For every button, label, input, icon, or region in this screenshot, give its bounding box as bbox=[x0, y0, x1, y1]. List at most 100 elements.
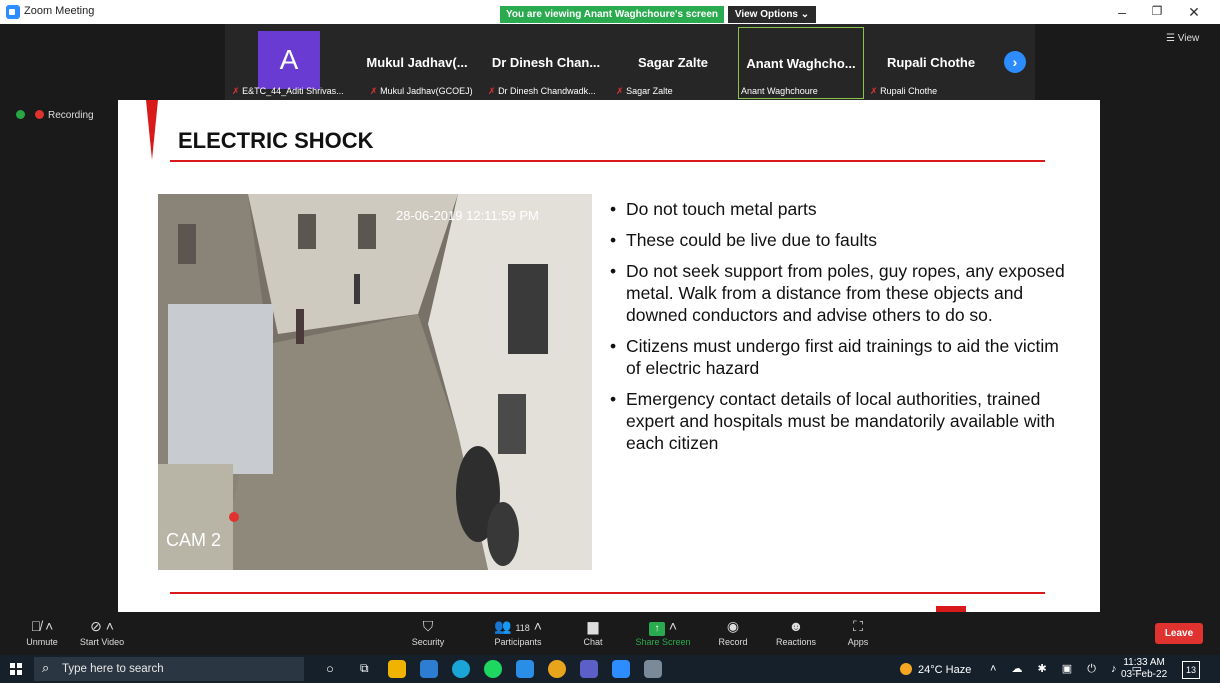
windows-start-icon[interactable] bbox=[10, 663, 22, 675]
participants-count: 118 bbox=[515, 623, 530, 633]
recording-label: Recording bbox=[48, 110, 94, 121]
participant-tile-active[interactable]: Anant Waghcho... Anant Waghchoure bbox=[738, 27, 864, 99]
meeting-toolbar: 🎙̸ ˄ Unmute ⊘ ˄ Start Video ⛉ Security 👥… bbox=[0, 614, 1220, 654]
unmute-button[interactable]: 🎙̸ ˄ Unmute bbox=[12, 614, 72, 654]
participant-caption: Sagar Zalte bbox=[626, 86, 673, 96]
share-screen-icon: ↑ bbox=[648, 622, 665, 636]
share-screen-label: Share Screen bbox=[635, 637, 691, 647]
next-page-icon[interactable]: › bbox=[1004, 51, 1026, 73]
bullet-item: Do not seek support from poles, guy rope… bbox=[608, 260, 1068, 326]
reactions-button[interactable]: ☻ Reactions bbox=[766, 614, 826, 654]
footer-logo-fragment bbox=[936, 606, 966, 612]
record-button[interactable]: ◉ Record bbox=[703, 614, 763, 654]
gallery-view-icon: ☰ bbox=[1166, 33, 1175, 44]
participants-label: Participants bbox=[494, 637, 542, 647]
muted-mic-icon: ✗ bbox=[370, 86, 378, 96]
zoom-taskbar-icon[interactable] bbox=[612, 660, 630, 678]
unmute-label: Unmute bbox=[26, 637, 58, 647]
slide-accent-triangle bbox=[146, 100, 158, 160]
cortana-icon[interactable]: ○ bbox=[326, 661, 334, 676]
notepad-icon[interactable] bbox=[644, 660, 662, 678]
participant-caption: Rupali Chothe bbox=[880, 86, 938, 96]
edge-icon[interactable] bbox=[452, 660, 470, 678]
weather-widget: 24°C Haze bbox=[900, 663, 971, 676]
participant-tile[interactable]: Rupali Chothe ✗ Rupali Chothe bbox=[868, 27, 994, 99]
shield-check-icon bbox=[16, 110, 25, 119]
cctv-timestamp: 28-06-2019 12:11:59 PM bbox=[396, 208, 539, 223]
reactions-icon: ☻ bbox=[788, 618, 804, 634]
weather-text: 24°C Haze bbox=[918, 664, 972, 676]
participant-tile[interactable]: Mukul Jadhav(... ✗ Mukul Jadhav(GCOEJ) bbox=[356, 27, 478, 99]
cctv-photo: 28-06-2019 12:11:59 PM CAM 2 bbox=[158, 194, 592, 570]
minimize-icon[interactable]: – bbox=[1112, 4, 1132, 20]
apps-label: Apps bbox=[847, 637, 869, 647]
participant-name: Sagar Zalte bbox=[637, 55, 709, 70]
participant-caption: Dr Dinesh Chandwadk... bbox=[498, 86, 596, 96]
start-video-label: Start Video bbox=[79, 637, 125, 647]
clock-date: 03-Feb-22 bbox=[1121, 669, 1168, 680]
close-icon[interactable]: ✕ bbox=[1184, 4, 1204, 21]
restore-icon[interactable]: ❐ bbox=[1147, 4, 1167, 18]
zoom-logo-icon bbox=[6, 5, 20, 19]
bullet-item: Citizens must undergo first aid training… bbox=[608, 335, 1068, 379]
participant-name: Dr Dinesh Chan... bbox=[491, 55, 601, 70]
shield-icon: ⛉ bbox=[422, 618, 434, 634]
security-button[interactable]: ⛉ Security bbox=[398, 614, 458, 654]
search-placeholder: Type here to search bbox=[62, 663, 164, 675]
muted-mic-icon: ✗ bbox=[616, 86, 624, 96]
cctv-camera-label: CAM 2 bbox=[166, 530, 222, 550]
notification-center-icon[interactable]: 13 bbox=[1182, 661, 1200, 679]
leave-button[interactable]: Leave bbox=[1155, 623, 1203, 644]
spotify-icon[interactable] bbox=[484, 660, 502, 678]
chrome-icon[interactable] bbox=[548, 660, 566, 678]
apps-button[interactable]: ⛶ Apps bbox=[828, 614, 888, 654]
muted-mic-icon: 🎙̸ ˄ bbox=[30, 618, 54, 634]
vscode-icon[interactable] bbox=[516, 660, 534, 678]
participant-tile[interactable]: Dr Dinesh Chan... ✗ Dr Dinesh Chandwadk.… bbox=[484, 27, 608, 99]
participants-button[interactable]: 👥 118 ˄ Participants bbox=[478, 614, 558, 654]
weather-sun-icon bbox=[900, 663, 912, 675]
cctv-scene bbox=[158, 194, 592, 570]
security-label: Security bbox=[411, 637, 445, 647]
record-label: Record bbox=[718, 637, 748, 647]
record-icon: ◉ bbox=[726, 618, 740, 634]
chevron-up-icon: ˄ bbox=[533, 618, 542, 634]
taskbar-clock[interactable]: 11:33 AM 03-Feb-22 bbox=[1121, 657, 1167, 681]
view-options-button[interactable]: View Options ⌄ bbox=[728, 6, 816, 23]
apps-icon: ⛶ bbox=[853, 618, 863, 634]
shared-slide: ELECTRIC SHOCK 28-06-2019 12:11:59 PM CA… bbox=[118, 100, 1100, 612]
participant-tile[interactable]: Sagar Zalte ✗ Sagar Zalte bbox=[612, 27, 734, 99]
task-view-icon[interactable]: ⧉ bbox=[360, 661, 369, 676]
window-title: Zoom Meeting bbox=[24, 5, 95, 17]
chat-button[interactable]: ▆ Chat bbox=[563, 614, 623, 654]
recording-indicator: Recording bbox=[16, 110, 94, 121]
taskbar-search[interactable]: ⌕ Type here to search bbox=[34, 657, 304, 681]
muted-mic-icon: ✗ bbox=[232, 86, 240, 96]
bullet-list: Do not touch metal parts These could be … bbox=[608, 198, 1068, 463]
teams-icon[interactable] bbox=[580, 660, 598, 678]
participant-caption: Mukul Jadhav(GCOEJ) bbox=[380, 86, 473, 96]
participant-caption: E&TC_44_Aditi Shrivas... bbox=[242, 86, 344, 96]
participant-name: Rupali Chothe bbox=[886, 55, 976, 70]
mail-icon[interactable] bbox=[420, 660, 438, 678]
recording-dot-icon bbox=[35, 110, 44, 119]
view-button[interactable]: ☰ View bbox=[1166, 33, 1199, 44]
share-screen-button[interactable]: ↑ ˄ Share Screen bbox=[628, 614, 698, 654]
start-video-button[interactable]: ⊘ ˄ Start Video bbox=[72, 614, 132, 654]
reactions-label: Reactions bbox=[775, 637, 817, 647]
slide-title: ELECTRIC SHOCK bbox=[178, 128, 374, 153]
bullet-item: Do not touch metal parts bbox=[608, 198, 1068, 220]
viewing-banner: You are viewing Anant Waghchoure's scree… bbox=[500, 6, 724, 23]
clock-time: 11:33 AM bbox=[1123, 657, 1165, 668]
participant-tile[interactable]: ✗ E&TC_44_Aditi Shrivas... bbox=[230, 27, 350, 99]
title-bar: Zoom Meeting You are viewing Anant Waghc… bbox=[0, 0, 1220, 24]
footer-divider bbox=[170, 592, 1045, 594]
chevron-up-icon: ˄ bbox=[668, 618, 678, 634]
participant-name: Anant Waghcho... bbox=[746, 56, 856, 71]
file-explorer-icon[interactable] bbox=[388, 660, 406, 678]
search-icon: ⌕ bbox=[42, 660, 50, 675]
chat-label: Chat bbox=[583, 637, 603, 647]
title-divider bbox=[170, 160, 1045, 162]
muted-mic-icon: ✗ bbox=[488, 86, 496, 96]
bullet-item: These could be live due to faults bbox=[608, 229, 1068, 251]
